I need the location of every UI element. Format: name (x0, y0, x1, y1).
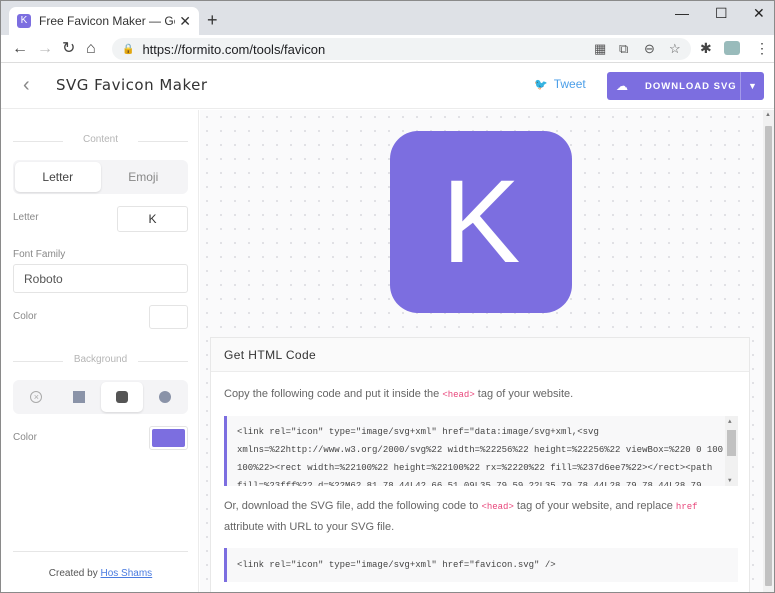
home-icon[interactable]: ⌂ (86, 39, 96, 59)
code-scrollbar[interactable]: ▲ ▼ (725, 416, 738, 486)
close-tab-icon[interactable]: ✕ (179, 13, 191, 30)
tab-strip: K Free Favicon Maker — Generat ✕ + — ☐ ✕ (1, 1, 774, 35)
intro-text: Copy the following code and put it insid… (224, 388, 574, 400)
lock-icon: 🔒 (122, 43, 135, 55)
font-family-input[interactable]: Roboto (13, 264, 188, 293)
extensions-icon[interactable]: ✱ (700, 40, 712, 57)
sidebar-footer: Created by Hos Shams (13, 551, 188, 579)
chevron-down-icon[interactable]: ▼ (740, 72, 764, 100)
code-block-inline[interactable]: <link rel="icon" type="image/svg+xml" hr… (224, 416, 738, 486)
background-color-swatch (152, 429, 185, 447)
page-title: SVG Favicon Maker (56, 76, 208, 94)
page-scroll-up-icon[interactable]: ▲ (765, 112, 771, 118)
tweet-link[interactable]: 🐦 Tweet (534, 77, 586, 91)
close-window-icon[interactable]: ✕ (753, 5, 765, 22)
page-scrollbar[interactable]: ▲ (763, 110, 774, 592)
twitter-icon: 🐦 (534, 78, 548, 91)
no-background-icon: × (30, 391, 43, 403)
shape-square-option[interactable] (58, 382, 101, 412)
browser-window: K Free Favicon Maker — Generat ✕ + — ☐ ✕… (0, 0, 775, 593)
letter-label: Letter (13, 212, 39, 223)
created-by-text: Created by (48, 568, 98, 579)
background-color-label: Color (13, 432, 37, 443)
scroll-down-arrow-icon[interactable]: ▼ (728, 477, 732, 484)
shape-rounded-option[interactable] (100, 382, 144, 412)
shape-circle-option[interactable] (143, 382, 186, 412)
preview-area: K Get HTML Code Copy the following code … (200, 110, 763, 592)
sidebar: Content Letter Emoji Letter K Font Famil… (1, 110, 199, 592)
url-text: https://formito.com/tools/favicon (142, 41, 326, 57)
text-color-label: Color (13, 311, 37, 322)
reload-icon[interactable]: ↻ (62, 39, 75, 59)
square-icon (73, 391, 86, 403)
bookmark-star-icon[interactable]: ☆ (669, 41, 681, 57)
content-heading: Content (13, 134, 188, 148)
tab-title: Free Favicon Maker — Generat (39, 14, 175, 28)
page-scroll-thumb[interactable] (765, 126, 772, 586)
download-label: DOWNLOAD SVG (645, 80, 737, 92)
address-bar[interactable]: 🔒 https://formito.com/tools/favicon ▦ ⧉ … (112, 38, 691, 60)
font-family-label: Font Family (13, 249, 66, 260)
background-color-picker[interactable] (149, 426, 188, 450)
tab-emoji[interactable]: Emoji (101, 162, 187, 192)
card-heading: Get HTML Code (211, 338, 749, 372)
maximize-icon[interactable]: ☐ (715, 5, 728, 22)
letter-input[interactable]: K (117, 206, 188, 232)
alt-instructions: Or, download the SVG file, add the follo… (224, 500, 698, 533)
tab-letter[interactable]: Letter (15, 162, 101, 192)
back-arrow-icon[interactable]: ‹ (23, 75, 30, 95)
profile-avatar[interactable] (724, 41, 740, 55)
browser-menu-icon[interactable]: ⋮ (755, 40, 769, 57)
tweet-label: Tweet (553, 77, 586, 91)
scroll-thumb[interactable] (727, 430, 736, 456)
translate-icon[interactable]: ⧉ (619, 41, 628, 57)
new-tab-icon[interactable]: + (207, 11, 218, 29)
back-icon[interactable]: ← (12, 39, 28, 59)
forward-icon[interactable]: → (37, 39, 53, 59)
zoom-icon[interactable]: ⊖ (644, 41, 655, 57)
browser-tab[interactable]: K Free Favicon Maker — Generat ✕ (9, 7, 199, 35)
text-color-picker[interactable] (149, 305, 188, 329)
qr-icon[interactable]: ▦ (594, 41, 606, 57)
content-type-toggle: Letter Emoji (13, 160, 188, 194)
author-link[interactable]: Hos Shams (101, 568, 153, 579)
tab-favicon: K (17, 14, 31, 28)
cloud-download-icon: ☁ (616, 79, 628, 93)
browser-toolbar: ← → ↻ ⌂ 🔒 https://formito.com/tools/favi… (1, 35, 774, 63)
minimize-icon[interactable]: — (675, 5, 689, 21)
app-header: ‹ SVG Favicon Maker 🐦 Tweet ☁ DOWNLOAD S… (1, 63, 774, 109)
html-code-card: Get HTML Code Copy the following code an… (210, 337, 750, 592)
circle-icon (158, 391, 171, 403)
background-heading: Background (13, 354, 188, 368)
scroll-up-arrow-icon[interactable]: ▲ (728, 418, 732, 425)
download-svg-button[interactable]: ☁ DOWNLOAD SVG ▼ (607, 72, 764, 100)
favicon-preview: K (390, 131, 572, 313)
shape-none-option[interactable]: × (15, 382, 58, 412)
code-block-file[interactable]: <link rel="icon" type="image/svg+xml" hr… (224, 548, 738, 582)
rounded-square-icon (115, 391, 128, 403)
background-shape-toggle: × (13, 380, 188, 414)
